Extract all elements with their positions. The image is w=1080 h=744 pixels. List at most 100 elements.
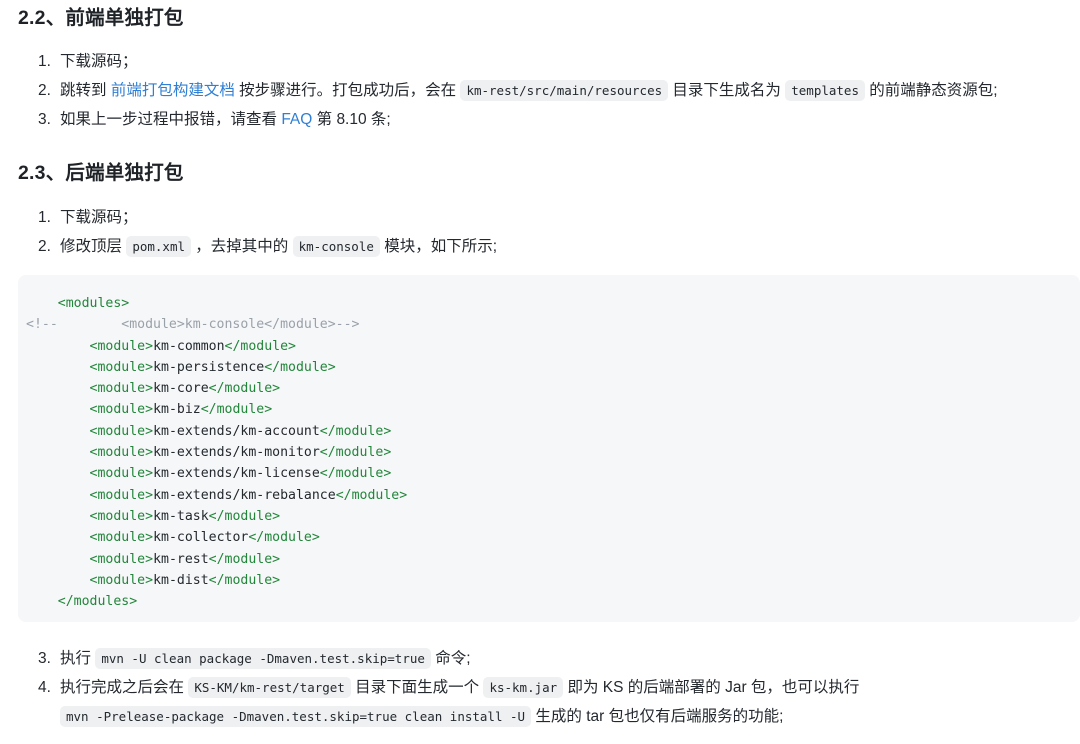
list-marker: 3.	[38, 111, 51, 128]
step-text: 下载源码；	[60, 53, 138, 70]
step-text-tail: 生成的 tar 包也仅有后端服务的功能;	[531, 708, 784, 725]
step-text-mid: ，去掉其中的	[191, 238, 293, 255]
code-line: <!-- <module>km-console</module>-->	[18, 314, 1080, 335]
code-line: <module>km-biz</module>	[18, 399, 1080, 420]
code-token: </module>	[319, 466, 392, 482]
code-token: <module>	[89, 466, 154, 482]
code-line: <module>km-common</module>	[18, 336, 1080, 357]
code-token: km-task	[153, 508, 209, 524]
code-line: <module>km-extends/km-license</module>	[18, 463, 1080, 484]
list-item: 1. 下载源码；	[38, 203, 1038, 232]
code-token: </module>	[248, 530, 320, 546]
code-token: <module>	[89, 508, 154, 524]
code-token: <modules>	[57, 296, 130, 311]
code-token: </module>	[200, 402, 273, 418]
list-marker: 2.	[38, 238, 51, 255]
code-line: <module>km-task</module>	[18, 506, 1080, 527]
code-token: <module>	[89, 359, 154, 375]
code-line: <modules>	[18, 293, 1080, 314]
step-text-tail: 命令;	[430, 650, 471, 667]
code-token: </module>	[319, 445, 392, 461]
code-token: km-extends/km-license	[153, 466, 320, 482]
code-line: <module>km-extends/km-rebalance</module>	[18, 485, 1080, 506]
backend-packaging-step-list-bottom: 3. 执行 mvn -U clean package -Dmaven.test.…	[38, 644, 1046, 731]
step-text-tail: 的前端静态资源包;	[864, 82, 998, 99]
code-line: <module>km-extends/km-account</module>	[18, 421, 1080, 442]
code-token: <module>	[89, 530, 154, 546]
code-line: <module>km-collector</module>	[18, 527, 1080, 548]
code-token: </module>	[335, 487, 408, 503]
step-text-lead: 如果上一步过程中报错，请查看	[60, 111, 282, 128]
code-content: <modules> <!-- <module>km-console</module…	[18, 275, 1080, 612]
step-text-mid: 目录下面生成一个	[350, 679, 484, 696]
inline-code-mvn-prelease: mvn -Prelease-package -Dmaven.test.skip=…	[60, 706, 532, 727]
step-text-mid: 按步骤进行。打包成功后，会在	[234, 82, 461, 99]
code-line: <module>km-persistence</module>	[18, 357, 1080, 378]
step-text-mid2: 即为 KS 的后端部署的 Jar 包，也可以执行	[563, 679, 860, 696]
step-text-tail: 第 8.10 条;	[312, 111, 391, 128]
code-token: <module>	[89, 487, 154, 503]
code-line: </modules>	[18, 591, 1080, 612]
code-token: <module>	[89, 402, 154, 418]
list-marker: 1.	[38, 209, 51, 226]
step-text-lead: 修改顶层	[60, 238, 127, 255]
code-token: </module>	[208, 551, 281, 567]
list-item: 2. 修改顶层 pom.xml ，去掉其中的 km-console 模块，如下所…	[38, 232, 1038, 261]
list-item: 2. 跳转到 前端打包构建文档 按步骤进行。打包成功后，会在 km-rest/s…	[38, 76, 1078, 105]
step-text-tail: 模块，如下所示;	[379, 238, 498, 255]
inline-code-target-path: KS-KM/km-rest/target	[188, 677, 351, 698]
step-text-mid2: 目录下生成名为	[668, 82, 786, 99]
code-line: <module>km-rest</module>	[18, 549, 1080, 570]
inline-code-resources-path: km-rest/src/main/resources	[460, 80, 669, 101]
list-item: 3. 执行 mvn -U clean package -Dmaven.test.…	[38, 644, 1046, 673]
step-text-lead: 执行	[60, 650, 96, 667]
code-token: km-persistence	[153, 359, 265, 375]
faq-link[interactable]: FAQ	[281, 111, 312, 128]
inline-code-ks-km-jar: ks-km.jar	[483, 677, 564, 698]
code-token: <module>	[89, 338, 154, 354]
frontend-build-doc-link[interactable]: 前端打包构建文档	[111, 82, 235, 99]
code-token: km-rest	[153, 551, 209, 567]
code-token: <module>	[89, 445, 154, 461]
code-token: km-dist	[153, 572, 209, 588]
step-text: 下载源码；	[60, 209, 138, 226]
section-heading-2-2: 2.2、前端单独打包	[18, 7, 184, 29]
step-text-lead: 执行完成之后会在	[60, 679, 189, 696]
code-token: </module>	[208, 572, 281, 588]
code-token: <!-- <module>km-console</module>-->	[26, 317, 360, 333]
list-item: 4. 执行完成之后会在 KS-KM/km-rest/target 目录下面生成一…	[38, 673, 1046, 731]
inline-code-km-console: km-console	[292, 236, 380, 257]
list-marker: 2.	[38, 82, 51, 99]
code-token: km-extends/km-account	[153, 423, 320, 439]
inline-code-templates: templates	[785, 80, 865, 101]
code-token: km-extends/km-monitor	[153, 445, 320, 461]
list-item: 1. 下载源码；	[38, 47, 1078, 76]
code-token: </module>	[208, 381, 281, 397]
code-token: </module>	[208, 508, 281, 524]
code-token: km-collector	[153, 530, 249, 546]
code-token: </module>	[224, 338, 296, 354]
code-token: </modules>	[57, 594, 138, 610]
code-line: <module>km-extends/km-monitor</module>	[18, 442, 1080, 463]
code-token: km-core	[153, 381, 209, 397]
code-token: <module>	[89, 551, 154, 567]
backend-packaging-step-list-top: 1. 下载源码； 2. 修改顶层 pom.xml ，去掉其中的 km-conso…	[38, 203, 1038, 261]
code-token: <module>	[89, 572, 154, 588]
code-line: <module>km-core</module>	[18, 378, 1080, 399]
code-token: </module>	[319, 423, 392, 439]
inline-code-mvn-clean-package: mvn -U clean package -Dmaven.test.skip=t…	[95, 648, 431, 669]
xml-code-block[interactable]: <modules> <!-- <module>km-console</module…	[18, 275, 1080, 622]
list-marker: 4.	[38, 679, 51, 696]
section-heading-2-3: 2.3、后端单独打包	[18, 162, 184, 184]
code-token: <module>	[89, 381, 154, 397]
list-marker: 1.	[38, 53, 51, 70]
code-line: <module>km-dist</module>	[18, 570, 1080, 591]
list-item: 3. 如果上一步过程中报错，请查看 FAQ 第 8.10 条;	[38, 105, 1078, 134]
front-packaging-step-list: 1. 下载源码； 2. 跳转到 前端打包构建文档 按步骤进行。打包成功后，会在 …	[38, 47, 1078, 134]
document-page: 2.2、前端单独打包 1. 下载源码； 2. 跳转到 前端打包构建文档 按步骤进…	[0, 0, 1080, 744]
step-text-lead: 跳转到	[60, 82, 111, 99]
code-token: km-common	[153, 338, 225, 354]
code-token: <module>	[89, 423, 154, 439]
code-token: km-biz	[153, 402, 201, 418]
code-token: km-extends/km-rebalance	[153, 487, 336, 503]
